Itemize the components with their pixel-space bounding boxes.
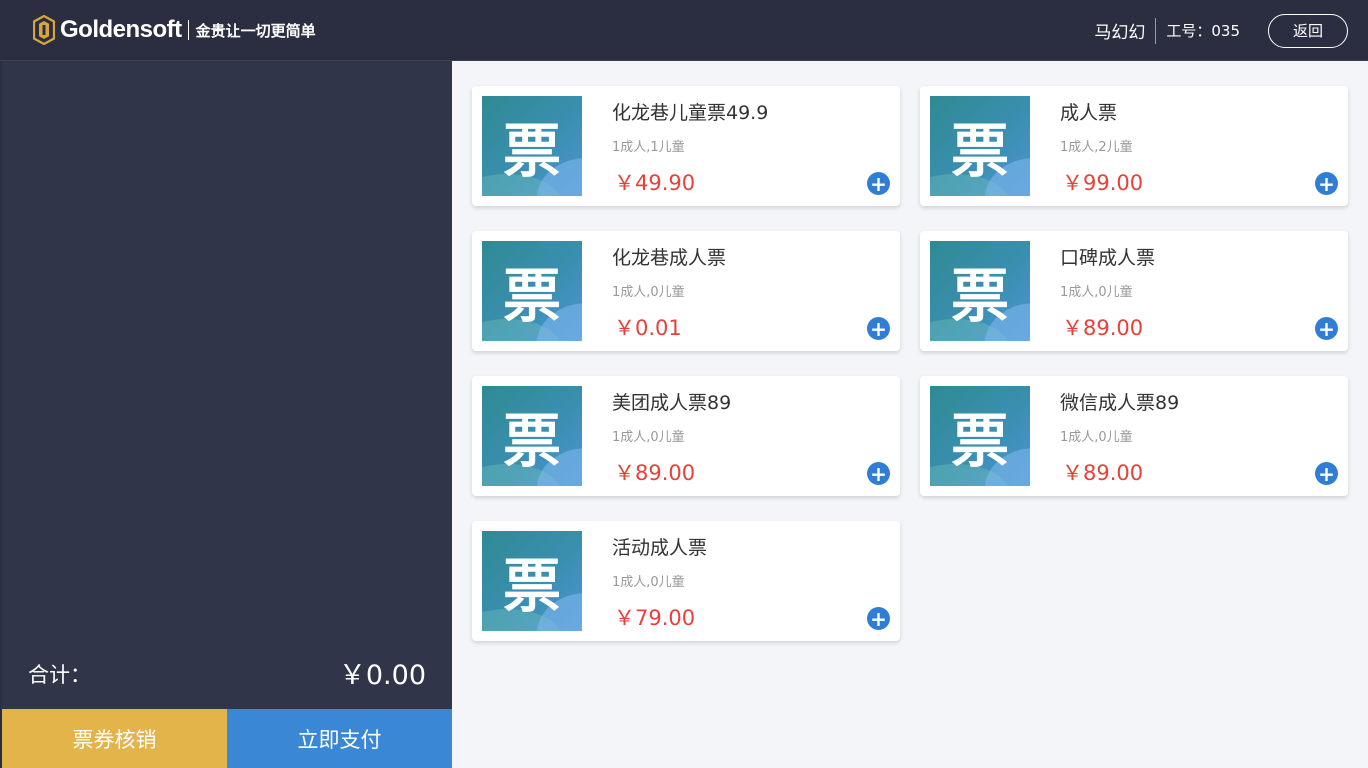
product-name: 微信成人票89 xyxy=(1060,392,1180,414)
product-card[interactable]: 票 微信成人票89 1成人,0儿童 ￥89.00 + xyxy=(920,376,1348,496)
product-card[interactable]: 票 美团成人票89 1成人,0儿童 ￥89.00 + xyxy=(472,376,900,496)
product-name: 口碑成人票 xyxy=(1060,247,1156,269)
product-price: ￥99.00 xyxy=(1062,171,1144,195)
total-row: 合计： ￥0.00 xyxy=(2,651,452,691)
ticket-thumbnail: 票 xyxy=(930,386,1030,486)
plus-circle-icon[interactable]: + xyxy=(1315,317,1338,340)
plus-circle-icon[interactable]: + xyxy=(867,607,890,630)
ticket-glyph: 票 xyxy=(502,407,561,475)
product-desc: 1成人,2儿童 xyxy=(1060,140,1133,155)
user-name: 马幻幻 xyxy=(1094,23,1146,43)
product-name: 活动成人票 xyxy=(612,537,708,559)
product-price: ￥89.00 xyxy=(1062,461,1144,485)
ticket-thumbnail: 票 xyxy=(482,386,582,486)
ticket-glyph: 票 xyxy=(950,262,1009,330)
product-desc: 1成人,0儿童 xyxy=(1060,430,1133,445)
ticket-glyph: 票 xyxy=(502,262,561,330)
product-desc: 1成人,1儿童 xyxy=(612,140,685,155)
product-price: ￥49.90 xyxy=(614,171,696,195)
brand-slogan: 金贵让一切更简单 xyxy=(195,21,316,40)
ticket-glyph: 票 xyxy=(950,407,1009,475)
product-price: ￥0.01 xyxy=(614,316,682,340)
product-desc: 1成人,0儿童 xyxy=(612,575,685,590)
employee-id: 工号：035 xyxy=(1166,22,1240,40)
pay-now-button[interactable]: 立即支付 xyxy=(227,709,452,768)
product-card[interactable]: 票 活动成人票 1成人,0儿童 ￥79.00 + xyxy=(472,521,900,641)
product-price: ￥89.00 xyxy=(1062,316,1144,340)
product-price: ￥79.00 xyxy=(614,606,696,630)
plus-circle-icon[interactable]: + xyxy=(867,462,890,485)
product-card[interactable]: 票 化龙巷儿童票49.9 1成人,1儿童 ￥49.90 + xyxy=(472,86,900,206)
ticket-verify-button[interactable]: 票券核销 xyxy=(2,709,227,768)
plus-circle-icon[interactable]: + xyxy=(867,317,890,340)
cart-actions: 票券核销 立即支付 xyxy=(2,709,452,768)
product-card[interactable]: 票 成人票 1成人,2儿童 ￥99.00 + xyxy=(920,86,1348,206)
ticket-glyph: 票 xyxy=(502,552,561,620)
product-grid: 票 化龙巷儿童票49.9 1成人,1儿童 ￥49.90 + 票 成人票 1成人,… xyxy=(472,86,1348,641)
goldensoft-logo-icon xyxy=(33,15,55,45)
brand-divider xyxy=(187,20,189,40)
total-label: 合计： xyxy=(28,663,91,687)
product-price: ￥89.00 xyxy=(614,461,696,485)
product-name: 成人票 xyxy=(1060,102,1118,124)
ticket-glyph: 票 xyxy=(502,117,561,185)
ticket-glyph: 票 xyxy=(950,117,1009,185)
product-card[interactable]: 票 化龙巷成人票 1成人,0儿童 ￥0.01 + xyxy=(472,231,900,351)
product-name: 化龙巷成人票 xyxy=(612,247,727,269)
plus-circle-icon[interactable]: + xyxy=(1315,462,1338,485)
product-name: 化龙巷儿童票49.9 xyxy=(612,102,769,124)
ticket-thumbnail: 票 xyxy=(482,96,582,196)
user-area: 马幻幻 工号：035 返回 xyxy=(1094,0,1368,61)
cart-panel: 合计： ￥0.00 票券核销 立即支付 xyxy=(2,61,452,768)
product-desc: 1成人,0儿童 xyxy=(612,285,685,300)
top-bar: Goldensoft 金贵让一切更简单 马幻幻 工号：035 返回 xyxy=(0,0,1368,61)
back-button[interactable]: 返回 xyxy=(1268,13,1348,48)
plus-circle-icon[interactable]: + xyxy=(1315,172,1338,195)
product-desc: 1成人,0儿童 xyxy=(612,430,685,445)
product-name: 美团成人票89 xyxy=(612,392,732,414)
ticket-thumbnail: 票 xyxy=(930,96,1030,196)
ticket-thumbnail: 票 xyxy=(482,241,582,341)
plus-circle-icon[interactable]: + xyxy=(867,172,890,195)
ticket-thumbnail: 票 xyxy=(482,531,582,631)
product-area: 票 化龙巷儿童票49.9 1成人,1儿童 ￥49.90 + 票 成人票 1成人,… xyxy=(452,61,1368,768)
ticket-thumbnail: 票 xyxy=(930,241,1030,341)
product-card[interactable]: 票 口碑成人票 1成人,0儿童 ￥89.00 + xyxy=(920,231,1348,351)
product-desc: 1成人,0儿童 xyxy=(1060,285,1133,300)
user-divider xyxy=(1155,17,1157,44)
total-value: ￥0.00 xyxy=(338,660,426,691)
brand-logo: Goldensoft 金贵让一切更简单 xyxy=(33,14,316,46)
brand-name: Goldensoft xyxy=(60,16,182,43)
